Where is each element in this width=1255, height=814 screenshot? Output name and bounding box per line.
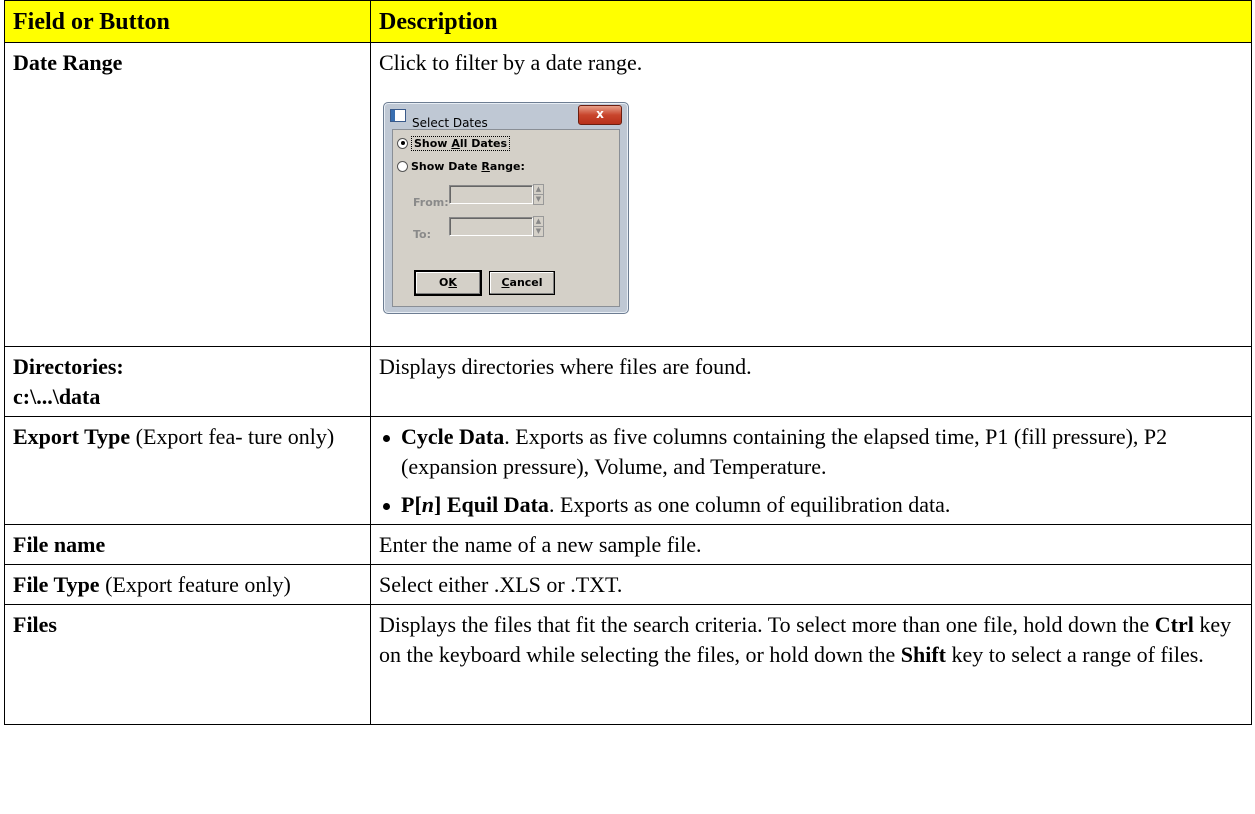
to-label: To: xyxy=(413,228,431,241)
table-row: Date Range Click to filter by a date ran… xyxy=(4,42,1252,347)
field-files: Files xyxy=(4,604,371,725)
field-description-table: Field or Button Description Date Range C… xyxy=(4,0,1252,725)
radio-range-label-pre: Show Date xyxy=(411,160,482,173)
desc-export-type: Cycle Data. Exports as five columns cont… xyxy=(370,416,1252,525)
bullet-icon xyxy=(383,435,390,442)
cancel-label-accel: C xyxy=(501,276,510,289)
list-item: Cycle Data. Exports as five columns cont… xyxy=(379,422,1243,482)
bullet2-text: . Exports as one column of equilibration… xyxy=(548,492,951,517)
export-type-list: Cycle Data. Exports as five columns cont… xyxy=(379,422,1243,520)
spin-down-icon: ▼ xyxy=(534,227,543,237)
desc-directories: Displays directories where files are fou… xyxy=(370,346,1252,417)
close-button[interactable]: x xyxy=(578,105,622,125)
field-file-type-note: (Export feature only) xyxy=(99,572,291,597)
radio-all-label-post: ll Dates xyxy=(459,137,508,150)
to-spinner[interactable]: ▲ ▼ xyxy=(533,216,544,237)
cancel-label-post: ancel xyxy=(509,276,543,289)
desc-date-range-text: Click to filter by a date range. xyxy=(379,50,643,75)
field-date-range: Date Range xyxy=(4,42,371,347)
desc-file-type: Select either .XLS or .TXT. xyxy=(370,564,1252,605)
spin-down-icon: ▼ xyxy=(534,195,543,205)
dialog-titlebar: Select Dates x xyxy=(384,103,628,130)
table-row: File name Enter the name of a new sample… xyxy=(4,524,1252,565)
radio-show-date-range[interactable]: Show Date Range: xyxy=(397,158,525,176)
app-window-icon xyxy=(390,109,406,122)
radio-selected-icon xyxy=(397,137,408,149)
to-date-field[interactable] xyxy=(449,217,533,236)
dialog-body: Show All Dates Show Date Range: From: ▲ ▼… xyxy=(392,129,620,307)
from-spinner[interactable]: ▲ ▼ xyxy=(533,184,544,205)
dialog-figure: Select Dates x Show All Dates Show Date … xyxy=(379,84,1243,338)
radio-range-label-post: ange: xyxy=(489,160,525,173)
header-row: Field or Button Description xyxy=(4,0,1252,43)
desc-file-name: Enter the name of a new sample file. xyxy=(370,524,1252,565)
from-date-field[interactable] xyxy=(449,185,533,204)
ok-label-accel: K xyxy=(448,276,457,289)
bullet1-term: Cycle Data xyxy=(401,424,505,449)
spin-up-icon: ▲ xyxy=(534,217,543,227)
bullet-icon xyxy=(383,503,390,510)
field-directories: Directories: c:\...\data xyxy=(4,346,371,417)
header-description: Description xyxy=(370,0,1252,43)
table-row: Files Displays the files that fit the se… xyxy=(4,604,1252,725)
spin-up-icon: ▲ xyxy=(534,185,543,195)
radio-show-all-dates[interactable]: Show All Dates xyxy=(397,135,511,153)
radio-range-label-accel: R xyxy=(481,160,490,173)
field-directories-line2: c:\...\data xyxy=(13,384,101,409)
desc-files-part1: Displays the files that fit the search c… xyxy=(379,612,1155,637)
select-dates-dialog: Select Dates x Show All Dates Show Date … xyxy=(383,102,629,314)
radio-unselected-icon xyxy=(397,160,408,172)
desc-files: Displays the files that fit the search c… xyxy=(370,604,1252,725)
bullet2-term-n: n xyxy=(421,492,435,517)
desc-date-range: Click to filter by a date range. Select … xyxy=(370,42,1252,347)
field-directories-line1: Directories: xyxy=(13,354,124,379)
table-row: File Type (Export feature only) Select e… xyxy=(4,564,1252,605)
header-field-or-button: Field or Button xyxy=(4,0,371,43)
ok-label-pre: O xyxy=(439,276,449,289)
field-export-type: Export Type (Export fea- ture only) xyxy=(4,416,371,525)
desc-files-ctrl: Ctrl xyxy=(1154,612,1194,637)
bullet2-term-a: P[ xyxy=(401,492,422,517)
field-file-type: File Type (Export feature only) xyxy=(4,564,371,605)
field-export-type-note: (Export fea- ture only) xyxy=(130,424,335,449)
bullet1-text: . Exports as five columns containing the… xyxy=(401,424,1168,479)
bullet2-term-b: ] Equil Data xyxy=(434,492,549,517)
radio-all-label-pre: Show xyxy=(414,137,452,150)
table-row: Directories: c:\...\data Displays direct… xyxy=(4,346,1252,417)
radio-all-label-accel: A xyxy=(451,137,460,150)
ok-button[interactable]: OK xyxy=(414,270,482,296)
field-file-name: File name xyxy=(4,524,371,565)
list-item: P[n] Equil Data. Exports as one column o… xyxy=(379,490,1243,520)
cancel-button[interactable]: Cancel xyxy=(489,271,555,295)
field-export-type-bold: Export Type xyxy=(13,424,131,449)
table-row: Export Type (Export fea- ture only) Cycl… xyxy=(4,416,1252,525)
desc-files-part3: key to select a range of files. xyxy=(946,642,1204,667)
field-file-type-bold: File Type xyxy=(13,572,100,597)
desc-files-shift: Shift xyxy=(900,642,947,667)
from-label: From: xyxy=(413,196,449,209)
